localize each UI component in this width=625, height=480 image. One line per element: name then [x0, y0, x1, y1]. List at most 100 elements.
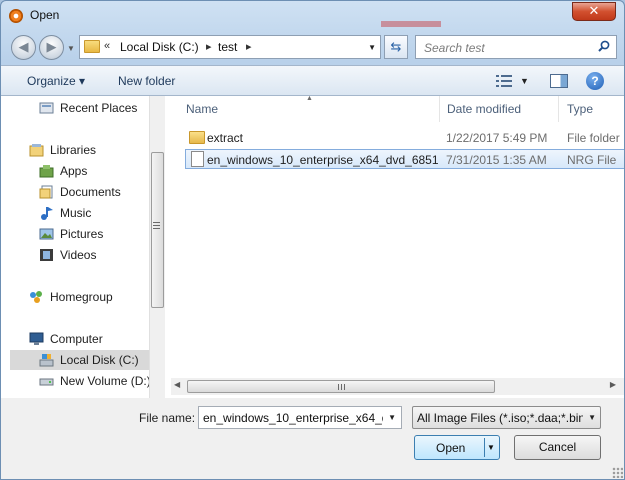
navigation-bar: ◀ ▶ ▼ « Local Disk (C:) ▸ test ▸ ▼ ⇆ Sea… — [1, 31, 624, 65]
nav-item-label: Recent Places — [60, 101, 138, 115]
nav-item-new-volume[interactable]: New Volume (D:) — [10, 371, 151, 391]
cancel-button[interactable]: Cancel — [514, 435, 601, 460]
nav-item-pictures[interactable]: Pictures — [10, 224, 150, 244]
split-divider — [484, 438, 485, 457]
recent-places-icon — [39, 102, 54, 114]
column-header-date[interactable]: Date modified — [441, 96, 559, 122]
nav-item-label: Videos — [60, 248, 97, 262]
address-dropdown-icon[interactable]: ▼ — [368, 43, 376, 52]
command-bar: Organize ▾ New folder ▼ ? — [1, 65, 624, 96]
file-date: 7/31/2015 1:35 AM — [446, 153, 547, 167]
search-input[interactable]: Search test — [415, 35, 617, 59]
help-icon[interactable]: ? — [586, 72, 604, 90]
open-button-label: Open — [436, 441, 466, 455]
nav-item-documents[interactable]: Documents — [10, 182, 150, 202]
file-name-value: en_windows_10_enterprise_x64_dv — [203, 411, 383, 425]
organize-button[interactable]: Organize ▾ — [27, 74, 85, 88]
file-name-field[interactable]: en_windows_10_enterprise_x64_dv ▼ — [198, 406, 402, 429]
horizontal-scrollbar[interactable]: ◀ ▶ — [171, 378, 624, 395]
back-button[interactable]: ◀ — [11, 35, 36, 60]
window-title: Open — [30, 8, 60, 22]
nav-item-label: New Volume (D:) — [60, 374, 151, 388]
nav-item-label: Local Disk (C:) — [60, 353, 139, 367]
nav-item-apps[interactable]: Apps — [10, 161, 150, 181]
folder-icon — [189, 131, 205, 144]
forward-arrow-icon: ▶ — [46, 39, 57, 54]
nav-item-homegroup[interactable]: Homegroup — [10, 287, 150, 307]
nav-item-label: Libraries — [50, 143, 97, 157]
scroll-grip-icon — [153, 222, 160, 229]
nav-item-label: Music — [60, 206, 92, 220]
drive-icon — [39, 378, 54, 386]
file-name-label: File name: — [139, 411, 196, 425]
back-arrow-icon: ◀ — [18, 39, 29, 54]
scroll-right-icon[interactable]: ▶ — [610, 380, 616, 389]
videos-icon — [40, 249, 53, 261]
navigation-pane: Recent Places Libraries Apps Documents M… — [10, 96, 165, 398]
table-row[interactable]: en_windows_10_enterprise_x64_dvd_6851...… — [185, 149, 624, 169]
new-folder-button[interactable]: New folder — [118, 74, 175, 88]
column-header-type[interactable]: Type — [560, 96, 624, 122]
file-list: ▲ Name Date modified Type extract 1/22/2… — [171, 95, 624, 398]
nav-item-label: Computer — [50, 332, 103, 346]
refresh-icon: ⇆ — [390, 39, 402, 54]
nav-item-local-disk[interactable]: Local Disk (C:) — [10, 350, 150, 370]
documents-icon — [39, 185, 53, 199]
close-button[interactable]: ✕ — [572, 2, 616, 21]
app-icon — [9, 9, 23, 23]
breadcrumb-test[interactable]: test — [218, 40, 237, 54]
file-type-filter-value: All Image Files (*.iso;*.daa;*.bin — [417, 411, 583, 425]
local-disk-icon — [39, 354, 54, 367]
nav-item-recent-places[interactable]: Recent Places — [10, 98, 150, 118]
chevron-down-icon: ▼ — [588, 413, 596, 422]
chevron-down-icon[interactable]: ▼ — [388, 413, 396, 422]
breadcrumb-separator-icon[interactable]: ▸ — [246, 40, 252, 53]
nav-item-libraries[interactable]: Libraries — [10, 140, 150, 160]
file-date: 1/22/2017 5:49 PM — [446, 131, 548, 145]
pictures-icon — [39, 228, 54, 240]
dialog-footer: File name: en_windows_10_enterprise_x64_… — [1, 398, 624, 479]
close-icon: ✕ — [588, 3, 600, 18]
nav-item-videos[interactable]: Videos — [10, 245, 150, 265]
apps-icon — [39, 165, 54, 178]
open-button[interactable]: Open ▼ — [414, 435, 500, 460]
breadcrumb-separator-icon[interactable]: ▸ — [206, 40, 212, 53]
navigation-scroll-thumb[interactable] — [151, 152, 164, 308]
preview-pane-icon[interactable] — [550, 74, 568, 88]
forward-button[interactable]: ▶ — [39, 35, 64, 60]
search-icon[interactable] — [598, 40, 610, 52]
views-dropdown-icon[interactable]: ▼ — [520, 76, 529, 86]
scroll-left-icon[interactable]: ◀ — [174, 380, 180, 389]
recent-locations-dropdown[interactable]: ▼ — [67, 44, 75, 53]
search-placeholder: Search test — [424, 41, 485, 55]
nav-item-label: Pictures — [60, 227, 104, 241]
breadcrumb-local-disk[interactable]: Local Disk (C:) — [120, 40, 199, 54]
file-type: File folder — [567, 131, 620, 145]
open-dialog: Open ✕ ◀ ▶ ▼ « Local Disk (C:) ▸ test ▸ … — [0, 0, 625, 480]
nav-item-label: Apps — [60, 164, 88, 178]
nav-item-label: Documents — [60, 185, 121, 199]
libraries-icon — [29, 144, 44, 157]
table-row[interactable]: extract 1/22/2017 5:49 PM File folder — [185, 128, 624, 148]
nav-item-computer[interactable]: Computer — [10, 329, 150, 349]
address-bar[interactable]: « Local Disk (C:) ▸ test ▸ ▼ — [79, 35, 381, 59]
background-strip — [381, 21, 441, 27]
views-icon[interactable] — [496, 74, 512, 88]
homegroup-icon — [30, 291, 42, 303]
horizontal-scroll-thumb[interactable] — [187, 380, 495, 393]
content-area: Recent Places Libraries Apps Documents M… — [1, 95, 624, 398]
music-icon — [41, 207, 53, 220]
address-overflow-chevron[interactable]: « — [104, 40, 110, 52]
file-name: en_windows_10_enterprise_x64_dvd_6851... — [207, 153, 439, 167]
open-options-dropdown[interactable]: ▼ — [487, 443, 495, 452]
column-header-name[interactable]: Name — [171, 96, 440, 122]
file-name: extract — [207, 131, 244, 145]
nav-item-music[interactable]: Music — [10, 203, 150, 223]
file-type-filter[interactable]: All Image Files (*.iso;*.daa;*.bin ▼ — [412, 406, 601, 429]
navigation-scrollbar[interactable] — [149, 96, 165, 398]
refresh-button[interactable]: ⇆ — [384, 35, 408, 59]
title-bar[interactable]: Open ✕ — [1, 1, 624, 31]
folder-icon — [84, 40, 100, 53]
nav-item-label: Homegroup — [50, 290, 113, 304]
resize-grip-icon[interactable] — [612, 467, 623, 478]
